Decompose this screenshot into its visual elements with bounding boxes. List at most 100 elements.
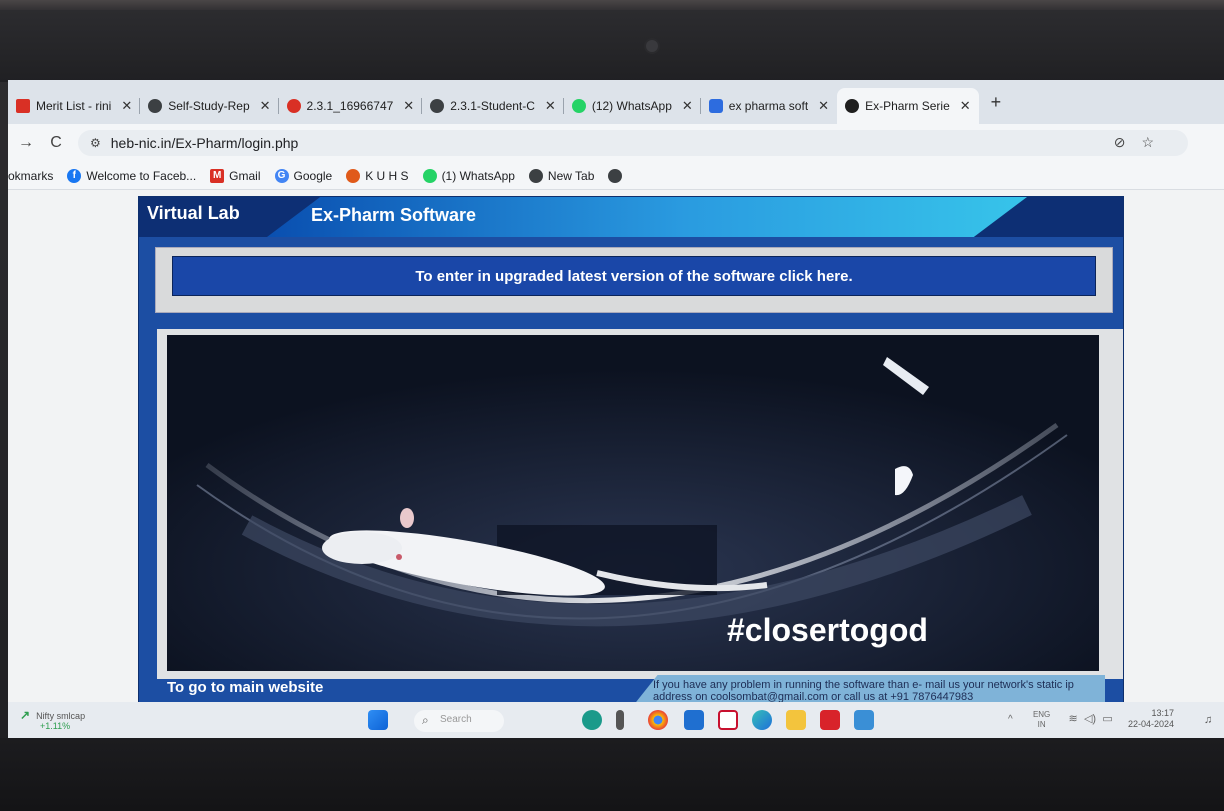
bookmarks-bar: okmarks f Welcome to Faceb... M Gmail G Goo… <box>8 162 1224 190</box>
tab-student[interactable]: 2.3.1-Student-C ✕ <box>422 90 564 122</box>
bookmark-label: (1) WhatsApp <box>441 168 515 183</box>
globe-icon <box>430 99 445 113</box>
taskbar: ↗ Nifty smlcap +1.11% ⌕ Search ^ ENG IN ≋ ◁… <box>8 702 1224 740</box>
copilot-icon[interactable] <box>582 710 602 730</box>
wifi-icon[interactable]: ≋ <box>1069 713 1078 725</box>
new-tab-button[interactable]: + <box>991 92 1002 113</box>
laptop-screen: Merit List - rini ✕ Self-Study-Rep ✕ 2.3.1… <box>8 80 1224 740</box>
edge-icon[interactable] <box>752 710 772 730</box>
web-page: Virtual Lab Ex-Pharm Software To enter i… <box>8 190 1224 716</box>
brand-label: Virtual Lab <box>147 203 240 223</box>
system-tray[interactable]: ^ ENG IN ≋ ◁) ▭ <box>1008 710 1113 730</box>
forward-icon[interactable]: → <box>14 134 38 152</box>
video-player[interactable]: #closertogod <box>167 335 1099 671</box>
address-bar-row: → C ⚙ heb-nic.in/Ex-Pharm/login.php ⊘☆ <box>8 124 1224 162</box>
close-icon[interactable]: ✕ <box>403 98 414 114</box>
close-icon[interactable]: ✕ <box>818 98 829 114</box>
start-icon[interactable] <box>368 710 388 730</box>
close-icon[interactable]: ✕ <box>545 98 556 114</box>
tab-pdf[interactable]: 2.3.1_16966747 ✕ <box>279 90 423 122</box>
battery-icon[interactable]: ▭ <box>1102 713 1112 725</box>
gmail-icon <box>16 99 30 113</box>
notice-panel: To enter in upgraded latest version of t… <box>155 247 1113 313</box>
whatsapp-icon <box>422 168 437 183</box>
stock-widget[interactable]: ↗ Nifty smlcap +1.11% <box>20 708 86 731</box>
tab-strip: Merit List - rini ✕ Self-Study-Rep ✕ 2.3.1… <box>8 80 1224 124</box>
widget-name: Nifty smlcap <box>36 711 86 721</box>
bookmark-facebook[interactable]: f Welcome to Faceb... <box>67 168 197 183</box>
bookmark-google[interactable]: G Google <box>274 168 333 183</box>
language-indicator[interactable]: ENG IN <box>1033 710 1050 730</box>
tab-self-study[interactable]: Self-Study-Rep ✕ <box>140 90 279 122</box>
google-icon: G <box>274 168 289 183</box>
site-info-icon[interactable]: ⚙ <box>90 136 101 150</box>
photo-stage: Merit List - rini ✕ Self-Study-Rep ✕ 2.3.1… <box>0 0 1224 811</box>
globe-icon <box>608 168 623 183</box>
bookmarks-label: okmarks <box>8 168 54 183</box>
tab-ex-pharm-series[interactable]: Ex-Pharm Serie ✕ <box>837 88 979 124</box>
tab-title: Self-Study-Rep <box>168 99 250 113</box>
omni-actions: ⊘☆ <box>1114 134 1170 151</box>
rat-video-frame: #closertogod <box>167 335 1099 671</box>
reload-icon[interactable]: C <box>44 134 68 152</box>
close-icon[interactable]: ✕ <box>260 98 271 114</box>
bookmark-globe[interactable] <box>608 168 627 183</box>
yahoo-icon <box>708 99 723 113</box>
bookmark-whatsapp[interactable]: (1) WhatsApp <box>422 168 515 183</box>
site-header: Virtual Lab Ex-Pharm Software <box>139 197 1123 237</box>
bookmark-label: K U H S <box>365 168 409 183</box>
facebook-icon: f <box>67 168 82 183</box>
close-icon[interactable]: ✕ <box>121 98 132 114</box>
bookmark-kuhs[interactable]: K U H S <box>346 168 409 183</box>
app-icon[interactable] <box>854 710 874 730</box>
search-icon: ⌕ <box>422 713 429 727</box>
notification-icon[interactable]: ♫ <box>1204 714 1212 726</box>
tab-merit-list[interactable]: Merit List - rini ✕ <box>8 90 141 122</box>
tab-title: (12) WhatsApp <box>591 99 672 113</box>
lang-text: ENG <box>1032 710 1051 719</box>
eye-off-icon[interactable]: ⊘ <box>1114 134 1142 150</box>
url-field[interactable]: ⚙ heb-nic.in/Ex-Pharm/login.php ⊘☆ <box>78 130 1188 156</box>
laptop-bezel-bottom <box>0 738 1224 811</box>
tab-title: 2.3.1_16966747 <box>306 99 394 113</box>
ex-pharm-frame: Virtual Lab Ex-Pharm Software To enter i… <box>138 196 1124 716</box>
bookmark-label: New Tab <box>547 168 595 183</box>
chart-up-icon: ↗ <box>20 708 31 722</box>
region-text: IN <box>1037 720 1046 729</box>
chrome-icon[interactable] <box>648 710 668 730</box>
bookmark-gmail[interactable]: M Gmail <box>210 168 261 183</box>
close-icon[interactable]: ✕ <box>682 98 693 114</box>
webcam <box>646 40 658 52</box>
laptop-bezel-top <box>0 10 1224 82</box>
bookmark-label: Welcome to Faceb... <box>86 168 197 183</box>
star-icon[interactable]: ☆ <box>1141 134 1170 150</box>
file-explorer-icon[interactable] <box>616 710 624 730</box>
gmail-icon: M <box>210 168 225 183</box>
widget-value: +1.11% <box>40 721 71 731</box>
site-icon <box>845 99 860 113</box>
pdf-icon <box>286 99 301 113</box>
url-text: heb-nic.in/Ex-Pharm/login.php <box>110 135 299 151</box>
clock[interactable]: 13:17 22-04-2024 <box>1128 708 1174 730</box>
mcafee-icon[interactable] <box>718 710 738 730</box>
close-icon[interactable]: ✕ <box>960 98 971 114</box>
page-title: Ex-Pharm Software <box>311 205 477 225</box>
folder-icon[interactable] <box>786 710 806 730</box>
tab-ex-pharma-search[interactable]: ex pharma soft ✕ <box>701 90 837 122</box>
bookmark-label: Google <box>293 168 333 183</box>
acrobat-icon[interactable] <box>820 710 840 730</box>
clock-time: 13:17 <box>1151 708 1175 718</box>
bookmark-new-tab[interactable]: New Tab <box>528 168 595 183</box>
store-icon[interactable] <box>684 710 704 730</box>
main-website-link[interactable]: To go to main website <box>167 679 323 696</box>
volume-icon[interactable]: ◁) <box>1084 713 1096 725</box>
hashtag-text: #closertogod <box>727 612 928 648</box>
globe-icon <box>528 168 543 183</box>
taskbar-search[interactable]: ⌕ Search <box>414 710 504 732</box>
upgrade-link[interactable]: To enter in upgraded latest version of t… <box>172 256 1096 296</box>
chevron-up-icon[interactable]: ^ <box>1008 714 1013 725</box>
bookmark-label: Gmail <box>229 168 261 183</box>
tab-whatsapp[interactable]: (12) WhatsApp ✕ <box>564 90 701 122</box>
tab-title: Merit List - rini <box>36 99 112 113</box>
clock-date: 22-04-2024 <box>1128 719 1175 729</box>
